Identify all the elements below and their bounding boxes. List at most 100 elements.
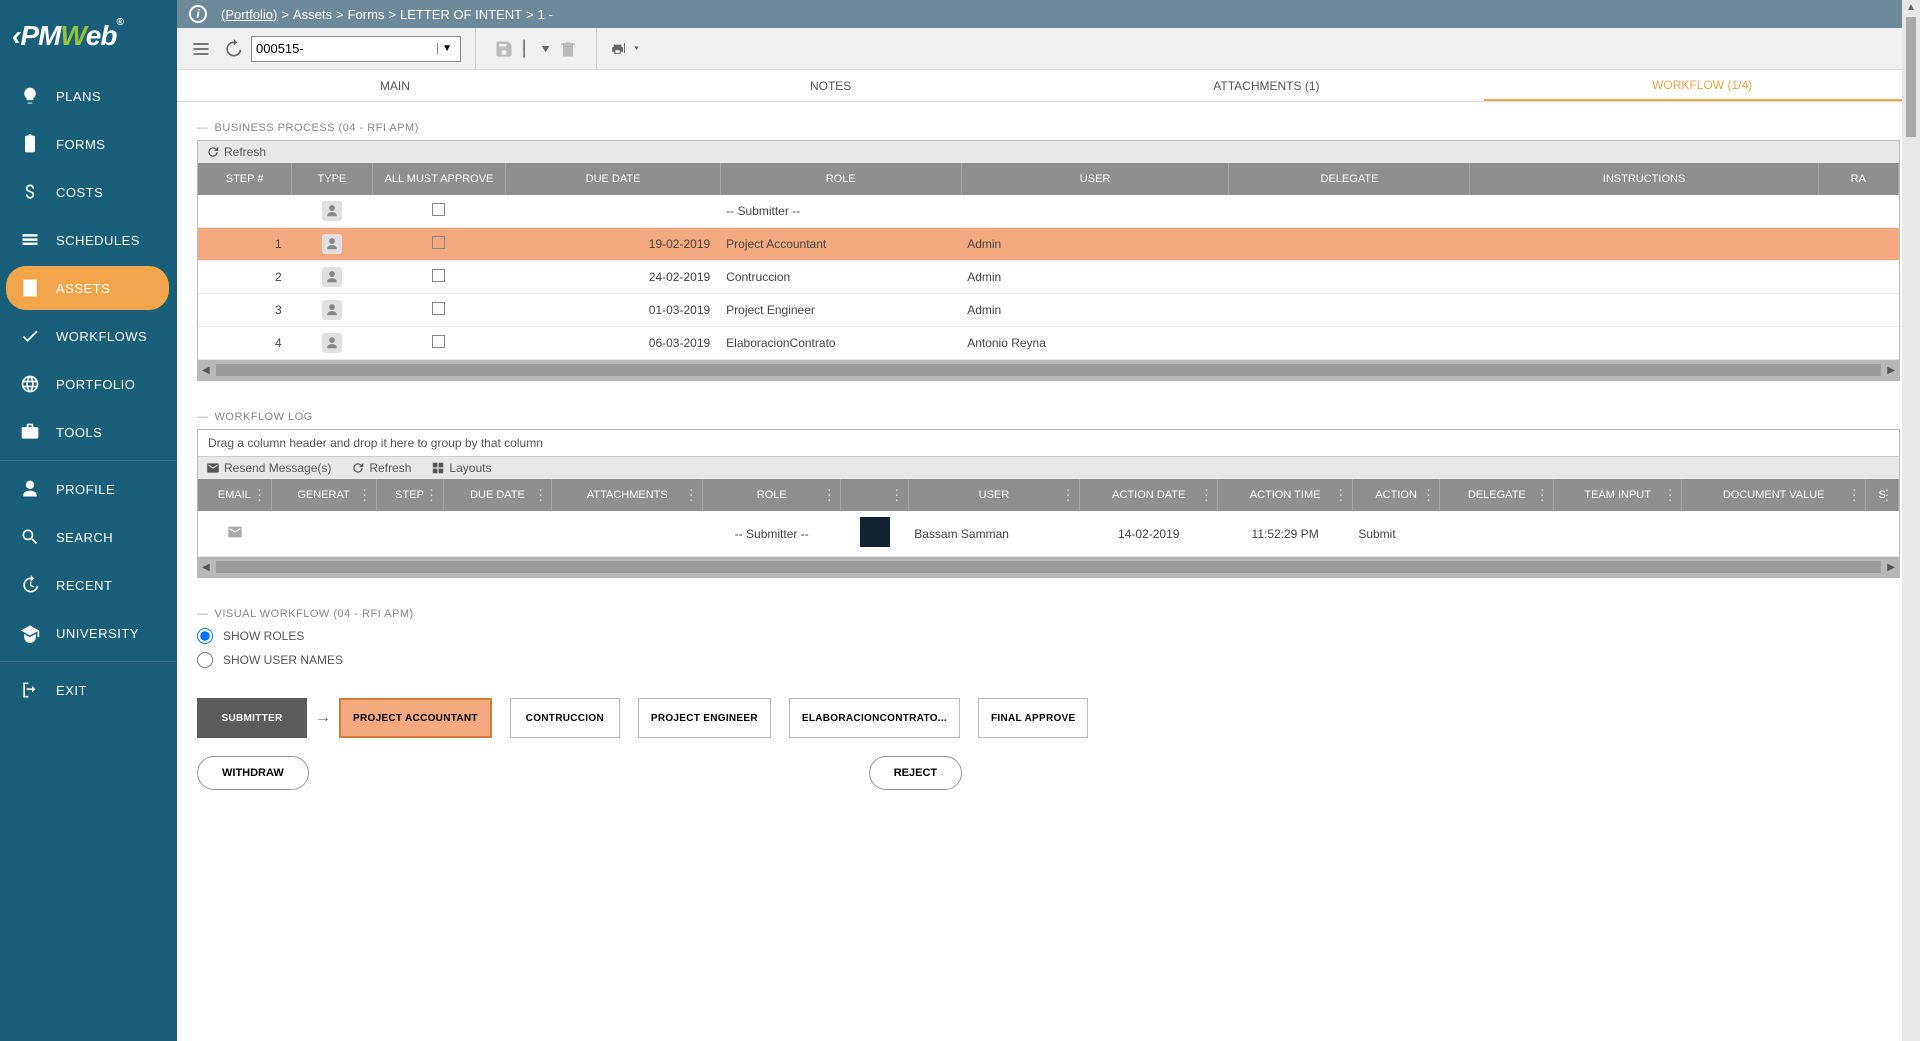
log-col-6[interactable]: ⋮: [841, 479, 908, 511]
bp-col-2[interactable]: ALL MUST APPROVE: [372, 163, 506, 195]
log-col-12[interactable]: TEAM INPUT⋮: [1554, 479, 1682, 511]
column-menu-icon[interactable]: ⋮: [1421, 487, 1435, 504]
log-col-3[interactable]: DUE DATE⋮: [443, 479, 552, 511]
show-roles-radio[interactable]: [197, 628, 213, 644]
bp-refresh-button[interactable]: Refresh: [206, 145, 266, 159]
wf-box-3[interactable]: PROJECT ENGINEER: [638, 698, 771, 738]
save-icon[interactable]: [490, 35, 518, 63]
log-table: EMAIL⋮GENERAT⋮STEP⋮DUE DATE⋮ATTACHMENTS⋮…: [198, 479, 1899, 557]
column-menu-icon[interactable]: ⋮: [358, 487, 372, 504]
bp-row[interactable]: -- Submitter --: [198, 195, 1899, 228]
column-menu-icon[interactable]: ⋮: [1880, 487, 1894, 504]
bp-col-7[interactable]: INSTRUCTIONS: [1470, 163, 1818, 195]
tab-notes[interactable]: NOTES: [613, 70, 1049, 101]
nav-item-plans[interactable]: PLANS: [0, 72, 177, 120]
column-menu-icon[interactable]: ⋮: [253, 487, 267, 504]
bp-col-1[interactable]: TYPE: [292, 163, 372, 195]
log-col-9[interactable]: ACTION TIME⋮: [1218, 479, 1352, 511]
log-hscroll[interactable]: ◀▶: [198, 557, 1899, 577]
resend-button[interactable]: Resend Message(s): [206, 461, 331, 475]
column-menu-icon[interactable]: ⋮: [822, 487, 836, 504]
nav-item-schedules[interactable]: SCHEDULES: [0, 216, 177, 264]
wf-box-0[interactable]: SUBMITTER: [197, 698, 307, 738]
bp-row[interactable]: 119-02-2019Project AccountantAdmin: [198, 228, 1899, 261]
column-menu-icon[interactable]: ⋮: [1334, 487, 1348, 504]
grad-icon: [18, 621, 42, 645]
person-icon: [322, 333, 342, 353]
nav-item-costs[interactable]: COSTS: [0, 168, 177, 216]
add-icon[interactable]: ⎸▾: [522, 35, 550, 63]
checkbox[interactable]: [432, 236, 445, 249]
bp-section-header: BUSINESS PROCESS (04 - RFI APM): [197, 122, 1900, 134]
bp-col-5[interactable]: USER: [961, 163, 1229, 195]
column-menu-icon[interactable]: ⋮: [1663, 487, 1677, 504]
column-menu-icon[interactable]: ⋮: [1199, 487, 1213, 504]
log-col-1[interactable]: GENERAT⋮: [271, 479, 376, 511]
column-menu-icon[interactable]: ⋮: [1535, 487, 1549, 504]
bp-row[interactable]: 406-03-2019ElaboracionContratoAntonio Re…: [198, 327, 1899, 360]
checkbox[interactable]: [432, 203, 445, 216]
page-vscroll[interactable]: ▲: [1902, 0, 1920, 1041]
checkbox[interactable]: [432, 269, 445, 282]
record-selector[interactable]: 000515- ▼: [251, 36, 461, 62]
crumb-0[interactable]: (Portfolio): [221, 7, 277, 22]
bp-hscroll[interactable]: ◀▶: [198, 360, 1899, 380]
nav-item-recent[interactable]: RECENT: [0, 561, 177, 609]
show-users-radio[interactable]: [197, 652, 213, 668]
nav-item-forms[interactable]: FORMS: [0, 120, 177, 168]
tab-main[interactable]: MAIN: [177, 70, 613, 101]
bp-col-3[interactable]: DUE DATE: [506, 163, 720, 195]
checkbox[interactable]: [432, 302, 445, 315]
bp-row[interactable]: 224-02-2019ContruccionAdmin: [198, 261, 1899, 294]
log-col-0[interactable]: EMAIL⋮: [198, 479, 271, 511]
nav-item-exit[interactable]: EXIT: [0, 666, 177, 714]
bp-row[interactable]: 301-03-2019Project EngineerAdmin: [198, 294, 1899, 327]
wf-box-1[interactable]: PROJECT ACCOUNTANT: [339, 698, 492, 738]
tab-attachments-[interactable]: ATTACHMENTS (1): [1049, 70, 1485, 101]
nav-item-university[interactable]: UNIVERSITY: [0, 609, 177, 657]
wf-box-5[interactable]: FINAL APPROVE: [978, 698, 1088, 738]
content: BUSINESS PROCESS (04 - RFI APM) Refresh …: [177, 102, 1920, 1041]
bp-col-6[interactable]: DELEGATE: [1229, 163, 1470, 195]
reject-button[interactable]: REJECT: [869, 756, 962, 790]
nav-item-portfolio[interactable]: PORTFOLIO: [0, 360, 177, 408]
nav-item-assets[interactable]: ASSETS: [6, 266, 169, 310]
wf-box-4[interactable]: ELABORACIONCONTRATO...: [789, 698, 960, 738]
wf-box-2[interactable]: CONTRUCCION: [510, 698, 620, 738]
log-col-5[interactable]: ROLE⋮: [703, 479, 841, 511]
checkbox[interactable]: [432, 335, 445, 348]
info-icon[interactable]: i: [189, 5, 207, 23]
column-menu-icon[interactable]: ⋮: [1847, 487, 1861, 504]
group-hint[interactable]: Drag a column header and drop it here to…: [198, 430, 1899, 457]
column-menu-icon[interactable]: ⋮: [1061, 487, 1075, 504]
column-menu-icon[interactable]: ⋮: [890, 487, 904, 504]
list-icon[interactable]: [187, 35, 215, 63]
log-col-14[interactable]: S⋮: [1866, 479, 1899, 511]
log-col-7[interactable]: USER⋮: [908, 479, 1079, 511]
history-icon[interactable]: [219, 35, 247, 63]
bp-col-0[interactable]: STEP #: [198, 163, 292, 195]
delete-icon[interactable]: [554, 35, 582, 63]
bp-col-4[interactable]: ROLE: [720, 163, 961, 195]
nav-item-profile[interactable]: PROFILE: [0, 465, 177, 513]
bp-col-8[interactable]: RA: [1818, 163, 1898, 195]
layouts-button[interactable]: Layouts: [431, 461, 491, 475]
print-icon[interactable]: ⎸▾: [611, 35, 639, 63]
log-refresh-button[interactable]: Refresh: [351, 461, 411, 475]
log-col-11[interactable]: DELEGATE⋮: [1440, 479, 1554, 511]
log-row[interactable]: -- Submitter --Bassam Samman14-02-201911…: [198, 511, 1899, 557]
log-col-4[interactable]: ATTACHMENTS⋮: [552, 479, 703, 511]
column-menu-icon[interactable]: ⋮: [425, 487, 439, 504]
column-menu-icon[interactable]: ⋮: [684, 487, 698, 504]
nav-item-search[interactable]: SEARCH: [0, 513, 177, 561]
tab-workflow-[interactable]: WORKFLOW (1/4): [1484, 70, 1920, 101]
log-col-13[interactable]: DOCUMENT VALUE⋮: [1682, 479, 1866, 511]
nav-item-tools[interactable]: TOOLS: [0, 408, 177, 456]
log-col-2[interactable]: STEP⋮: [376, 479, 443, 511]
column-menu-icon[interactable]: ⋮: [533, 487, 547, 504]
withdraw-button[interactable]: WITHDRAW: [197, 756, 309, 790]
log-col-8[interactable]: ACTION DATE⋮: [1080, 479, 1218, 511]
log-col-10[interactable]: ACTION⋮: [1352, 479, 1440, 511]
nav-list: PLANSFORMSCOSTSSCHEDULESASSETSWORKFLOWSP…: [0, 72, 177, 1041]
nav-item-workflows[interactable]: WORKFLOWS: [0, 312, 177, 360]
